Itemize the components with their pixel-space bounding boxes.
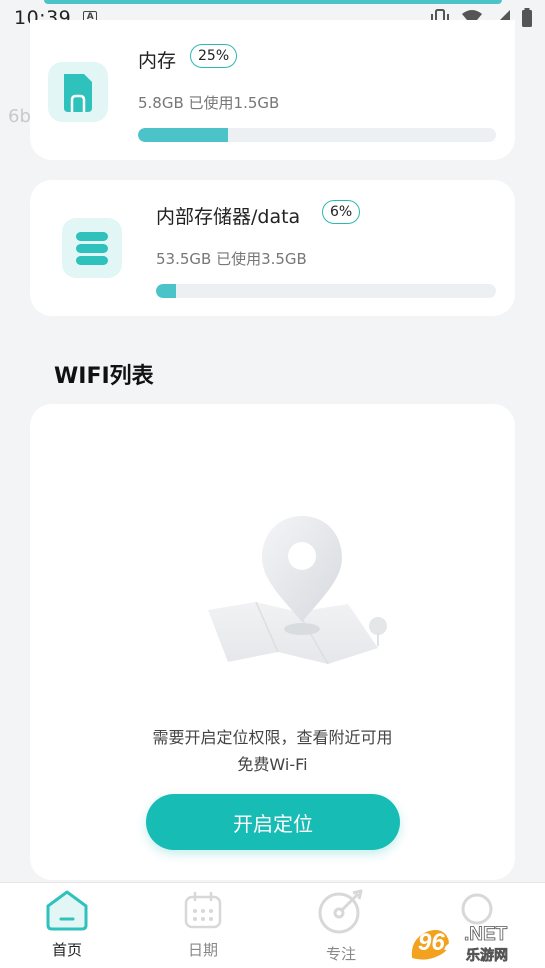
enable-location-button[interactable]: 开启定位 <box>146 794 400 850</box>
location-map-illustration <box>178 514 408 688</box>
database-icon <box>62 218 122 278</box>
location-permission-message: 需要开启定位权限，查看附近可用 免费Wi-Fi <box>30 724 515 778</box>
message-line-2: 免费Wi-Fi <box>237 755 308 774</box>
usage-text: 53.5GB 已使用3.5GB <box>156 250 307 268</box>
percent-badge: 6% <box>322 200 361 224</box>
battery-icon <box>522 8 532 27</box>
brand-watermark-logo: 962 .NET 乐游网 <box>411 924 508 964</box>
data-storage-card[interactable]: 内部存储器/data 6% 53.5GB 已使用3.5GB <box>30 180 515 316</box>
svg-text:962: 962 <box>418 929 459 956</box>
nav-item-focus[interactable]: 专注 <box>296 889 386 964</box>
svg-text:乐游网: 乐游网 <box>466 947 508 964</box>
usage-progress-bar <box>138 128 496 142</box>
storage-name: 内部存储器/data <box>156 206 301 228</box>
focus-icon <box>318 889 363 934</box>
home-icon <box>46 890 88 931</box>
memory-chip-icon <box>48 62 108 122</box>
usage-progress-fill <box>156 284 177 298</box>
nav-item-date[interactable]: 日期 <box>158 889 248 960</box>
usage-progress-bar <box>156 284 496 298</box>
usage-text: 5.8GB 已使用1.5GB <box>138 94 280 112</box>
section-title: WIFI列表 <box>54 364 154 389</box>
memory-storage-card[interactable]: 内存 25% 5.8GB 已使用1.5GB <box>30 20 515 160</box>
message-line-1: 需要开启定位权限，查看附近可用 <box>152 728 393 747</box>
storage-name: 内存 <box>138 50 177 72</box>
nav-label: 日期 <box>187 941 218 959</box>
calendar-icon <box>184 892 222 929</box>
nav-item-home[interactable]: 首页 <box>22 889 112 960</box>
nav-label: 专注 <box>325 945 356 963</box>
percent-badge: 25% <box>190 44 238 68</box>
usage-progress-fill <box>138 128 228 142</box>
nav-label: 首页 <box>51 941 82 959</box>
svg-text:.NET: .NET <box>464 924 508 945</box>
wifi-list-card: 需要开启定位权限，查看附近可用 免费Wi-Fi 开启定位 <box>30 404 515 880</box>
